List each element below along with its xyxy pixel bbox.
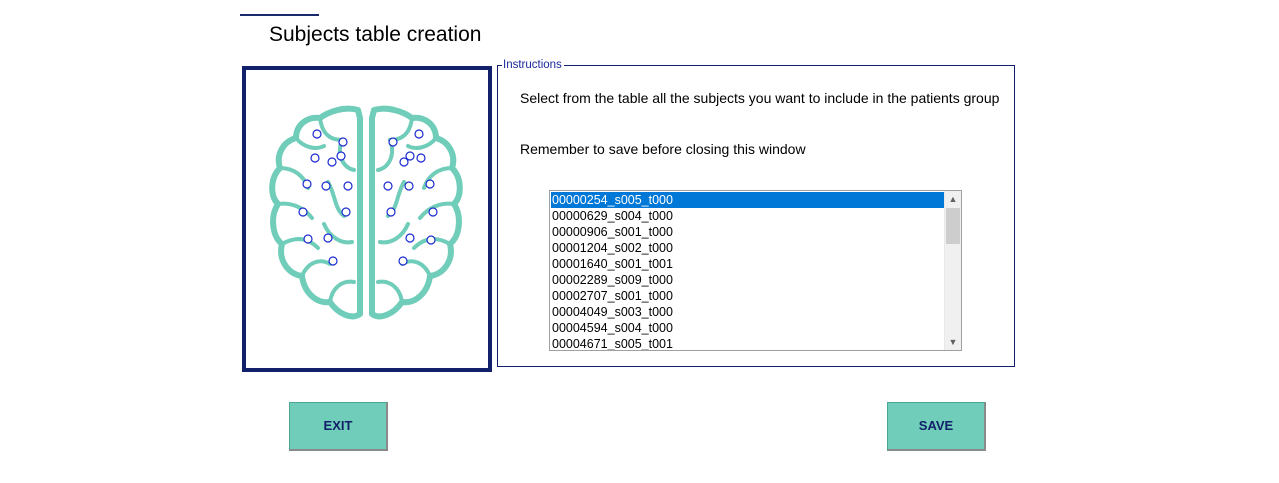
- subject-list-item[interactable]: 00000254_s005_t000: [551, 192, 944, 208]
- subject-list-item[interactable]: 00000906_s001_t000: [551, 224, 944, 240]
- instructions-legend: Instructions: [502, 59, 564, 72]
- page-title: Subjects table creation: [269, 23, 482, 46]
- subject-list-item[interactable]: 00000629_s004_t000: [551, 208, 944, 224]
- brain-eeg-electrodes-icon: [269, 105, 463, 320]
- list-scrollbar[interactable]: ▲ ▼: [944, 191, 961, 350]
- scroll-thumb[interactable]: [946, 208, 960, 244]
- exit-button[interactable]: EXIT: [289, 402, 388, 451]
- save-button[interactable]: SAVE: [887, 402, 986, 451]
- subject-list-item[interactable]: 00001204_s002_t000: [551, 240, 944, 256]
- subject-list-item[interactable]: 00004671_s005_t001: [551, 336, 944, 350]
- brain-image-panel: [242, 66, 492, 372]
- instructions-panel: Instructions Select from the table all t…: [497, 59, 1015, 367]
- instructions-save-reminder: Remember to save before closing this win…: [520, 141, 806, 157]
- scroll-up-arrow-icon[interactable]: ▲: [945, 191, 961, 207]
- instructions-select-text: Select from the table all the subjects y…: [520, 90, 1000, 106]
- subject-list-item[interactable]: 00002289_s009_t000: [551, 272, 944, 288]
- subjects-listbox[interactable]: 00000254_s005_t000 00000629_s004_t000 00…: [549, 190, 962, 351]
- subject-list-item[interactable]: 00002707_s001_t000: [551, 288, 944, 304]
- subject-list-item[interactable]: 00004049_s003_t000: [551, 304, 944, 320]
- title-underline: [240, 14, 319, 16]
- subject-list-item[interactable]: 00001640_s001_t001: [551, 256, 944, 272]
- scroll-down-arrow-icon[interactable]: ▼: [945, 334, 961, 350]
- subjects-list-items: 00000254_s005_t000 00000629_s004_t000 00…: [551, 192, 944, 350]
- subject-list-item[interactable]: 00004594_s004_t000: [551, 320, 944, 336]
